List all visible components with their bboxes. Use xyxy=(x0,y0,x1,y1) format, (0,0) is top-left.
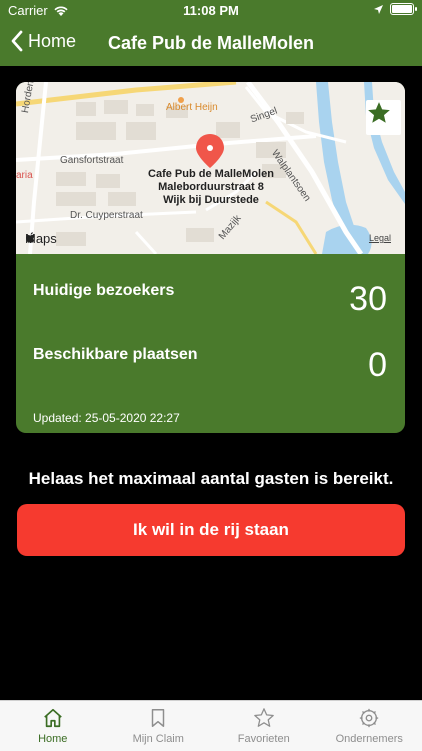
house-icon xyxy=(42,707,64,729)
pin-label-line: Wijk bij Duurstede xyxy=(116,194,306,207)
join-queue-button[interactable]: Ik wil in de rij staan xyxy=(17,504,405,556)
page-title: Cafe Pub de MalleMolen xyxy=(0,33,422,54)
tab-label: Ondernemers xyxy=(336,733,403,745)
updated-timestamp: Updated: 25-05-2020 22:27 xyxy=(33,411,180,425)
venue-map[interactable]: Albert Heijn Hordenwg Gansfortstraat Sin… xyxy=(16,82,405,254)
clock-time: 11:08 PM xyxy=(0,3,422,18)
tab-mijn-claim[interactable]: Mijn Claim xyxy=(106,701,212,751)
star-icon xyxy=(253,707,275,729)
visitors-label: Huidige bezoekers xyxy=(33,282,174,300)
map-label-gansfortstraat: Gansfortstraat xyxy=(60,155,123,166)
tab-favorieten[interactable]: Favorieten xyxy=(211,701,317,751)
map-pin-label: Cafe Pub de MalleMolen Maleborduurstraat… xyxy=(116,168,306,207)
available-value: 0 xyxy=(368,346,387,385)
available-label: Beschikbare plaatsen xyxy=(33,346,198,364)
apple-icon xyxy=(25,231,37,245)
navigation-bar: Home Cafe Pub de MalleMolen xyxy=(0,22,422,66)
tab-label: Mijn Claim xyxy=(133,733,184,745)
star-icon xyxy=(366,100,392,126)
capacity-message: Helaas het maximaal aantal gasten is ber… xyxy=(0,469,422,489)
tab-label: Favorieten xyxy=(238,733,290,745)
pin-label-line: Cafe Pub de MalleMolen xyxy=(116,168,306,181)
status-bar: Carrier 11:08 PM xyxy=(0,0,422,22)
map-label-aria: aria xyxy=(16,170,33,181)
apple-maps-logo: Maps xyxy=(25,231,57,246)
gear-icon xyxy=(358,707,380,729)
venue-card: Albert Heijn Hordenwg Gansfortstraat Sin… xyxy=(16,82,405,433)
map-label-albert-heijn: Albert Heijn xyxy=(166,102,218,113)
legal-link[interactable]: Legal xyxy=(369,233,391,243)
visitors-value: 30 xyxy=(349,280,387,319)
bookmark-icon xyxy=(147,707,169,729)
map-label-dr-cuyperstraat: Dr. Cuyperstraat xyxy=(70,210,143,221)
tab-bar: Home Mijn Claim Favorieten Ondernemers xyxy=(0,700,422,751)
location-arrow-icon xyxy=(373,4,384,15)
tab-home[interactable]: Home xyxy=(0,701,106,751)
pin-label-line: Maleborduurstraat 8 xyxy=(116,181,306,194)
favorite-button[interactable] xyxy=(366,100,401,135)
tab-ondernemers[interactable]: Ondernemers xyxy=(317,701,422,751)
tab-label: Home xyxy=(38,733,67,745)
battery-icon xyxy=(390,3,414,15)
